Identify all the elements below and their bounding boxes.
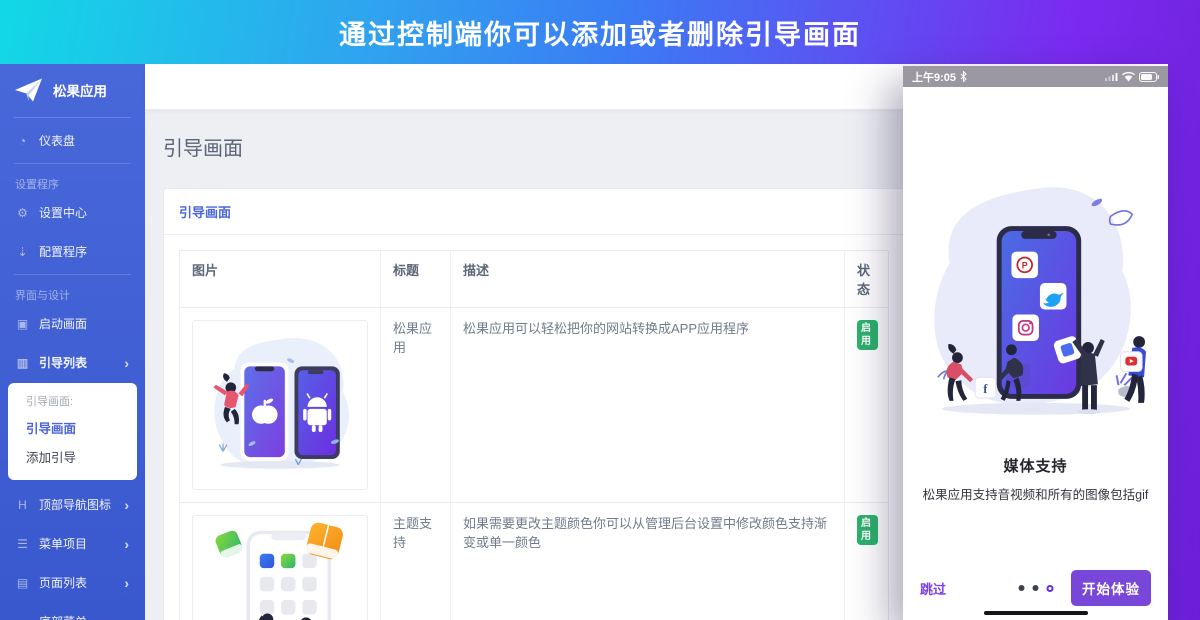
- svg-text:P: P: [1021, 260, 1027, 270]
- media-support-illustration: P f: [918, 175, 1154, 450]
- column-header-status: 状态: [844, 251, 890, 307]
- status-cell: 启用: [844, 503, 890, 620]
- divider: [14, 117, 131, 118]
- sidebar-item-label: 仪表盘: [39, 132, 75, 149]
- table-row: 主题支持 如果需要更改主题颜色你可以从管理后台设置中修改颜色支持渐变或单一颜色 …: [179, 503, 889, 620]
- chevron-right-icon: ›: [124, 536, 129, 552]
- pagination-dots: [1018, 585, 1053, 592]
- column-header-title: 标题: [380, 251, 450, 307]
- submenu-header: 引导画面:: [26, 393, 137, 409]
- page-list-icon: ▤: [15, 576, 30, 590]
- table-row: 松果应用 松果应用可以轻松把你的网站转换成APP应用程序 启用: [179, 308, 889, 503]
- chevron-right-icon: ›: [124, 575, 129, 591]
- column-header-image: 图片: [180, 251, 380, 307]
- header-banner: 通过控制端你可以添加或者删除引导画面: [0, 0, 1200, 64]
- desc-cell: 如果需要更改主题颜色你可以从管理后台设置中修改颜色支持渐变或单一颜色: [450, 503, 844, 620]
- pagination-dot-active[interactable]: [1046, 585, 1053, 592]
- sidebar-item-label: 底部菜单: [39, 613, 87, 620]
- status-cell: 启用: [844, 308, 890, 502]
- desc-cell: 松果应用可以轻松把你的网站转换成APP应用程序: [450, 308, 844, 502]
- image-cell: [180, 503, 380, 620]
- top-nav-icon: H: [15, 498, 30, 512]
- ios-android-illustration: [198, 327, 362, 483]
- skip-button[interactable]: 跳过: [920, 579, 946, 598]
- phone-mockup: 上午9:05: [903, 66, 1168, 620]
- sidebar-item-label: 设置中心: [39, 204, 87, 221]
- guide-screens-card: 引导画面 图片 标题 描述 状态: [163, 188, 905, 620]
- sidebar-item-guide-list[interactable]: ▥ 引导列表 ›: [0, 343, 145, 382]
- phone-status-bar: 上午9:05: [903, 66, 1168, 87]
- theme-apps-illustration: [198, 522, 362, 620]
- battery-icon: [1139, 72, 1159, 82]
- card-title: 引导画面: [164, 189, 904, 235]
- sidebar-item-bottom-menu[interactable]: ⋯ 底部菜单: [0, 602, 145, 620]
- paper-plane-icon: [14, 77, 44, 103]
- status-badge: 启用: [857, 515, 878, 545]
- table-header-row: 图片 标题 描述 状态: [179, 250, 889, 308]
- sidebar-item-label: 页面列表: [39, 574, 87, 591]
- slide-title: 媒体支持: [903, 455, 1168, 476]
- splash-screen-icon: ▣: [15, 317, 30, 331]
- guide-submenu: 引导画面: 引导画面 添加引导: [8, 383, 137, 480]
- brand[interactable]: 松果应用: [0, 64, 145, 114]
- sidebar-item-menu-items[interactable]: ☰ 菜单项目 ›: [0, 524, 145, 563]
- ellipsis-icon: ⋯: [15, 615, 30, 620]
- image-cell: [180, 308, 380, 502]
- sidebar-item-page-list[interactable]: ▤ 页面列表 ›: [0, 563, 145, 602]
- menu-list-icon: ☰: [15, 537, 30, 551]
- sidebar-item-label: 菜单项目: [39, 535, 87, 552]
- submenu-item-add-guide[interactable]: 添加引导: [26, 447, 137, 466]
- divider: [14, 274, 131, 275]
- sidebar-item-label: 配置程序: [39, 243, 87, 260]
- title-cell: 主题支持: [380, 503, 450, 620]
- column-header-desc: 描述: [450, 251, 844, 307]
- wifi-icon: [1122, 72, 1135, 82]
- sidebar-item-splash-screen[interactable]: ▣ 启动画面: [0, 304, 145, 343]
- sidebar-item-label: 启动画面: [39, 315, 87, 332]
- signal-icon: [1105, 72, 1118, 81]
- sidebar-item-settings-center[interactable]: ⚙ 设置中心: [0, 193, 145, 232]
- config-icon: ⇣: [15, 245, 30, 259]
- sidebar-section-setup: 设置程序: [0, 167, 145, 193]
- sidebar-item-top-nav-icons[interactable]: H 顶部导航图标 ›: [0, 485, 145, 524]
- start-experience-button[interactable]: 开始体验: [1071, 570, 1151, 606]
- gear-icon: ⚙: [15, 206, 30, 220]
- pagination-dot[interactable]: [1018, 585, 1024, 591]
- title-cell: 松果应用: [380, 308, 450, 502]
- divider: [14, 163, 131, 164]
- pagination-dot[interactable]: [1032, 585, 1038, 591]
- banner-title: 通过控制端你可以添加或者删除引导画面: [339, 13, 861, 52]
- brand-label: 松果应用: [53, 80, 107, 100]
- row-thumbnail-theme-apps: [192, 515, 368, 620]
- home-indicator-bar: [984, 611, 1088, 615]
- submenu-item-guide-screen[interactable]: 引导画面: [26, 418, 137, 437]
- svg-text:f: f: [983, 382, 988, 396]
- sidebar-section-design: 界面与设计: [0, 278, 145, 304]
- chevron-right-icon: ›: [124, 355, 129, 371]
- sidebar-item-label: 顶部导航图标: [39, 496, 111, 513]
- status-badge: 启用: [857, 320, 878, 350]
- dashboard-icon: ◔: [15, 134, 30, 148]
- sidebar-item-label: 引导列表: [39, 354, 87, 371]
- sidebar-item-config[interactable]: ⇣ 配置程序: [0, 232, 145, 271]
- sidebar-item-dashboard[interactable]: ◔ 仪表盘: [0, 121, 145, 160]
- chevron-right-icon: ›: [124, 497, 129, 513]
- bluetooth-icon: [960, 71, 967, 82]
- row-thumbnail-ios-android: [192, 320, 368, 490]
- onboarding-controls: 跳过 开始体验: [903, 570, 1168, 606]
- card-body: 图片 标题 描述 状态: [164, 235, 904, 620]
- status-time: 上午9:05: [912, 69, 956, 85]
- phone-screen: P f: [903, 87, 1168, 620]
- sidebar: 松果应用 ◔ 仪表盘 设置程序 ⚙ 设置中心 ⇣ 配置程序 界面与设计 ▣ 启动…: [0, 64, 145, 620]
- guide-list-icon: ▥: [15, 356, 30, 370]
- slide-description: 松果应用支持音视频和所有的图像包括gif: [903, 484, 1168, 503]
